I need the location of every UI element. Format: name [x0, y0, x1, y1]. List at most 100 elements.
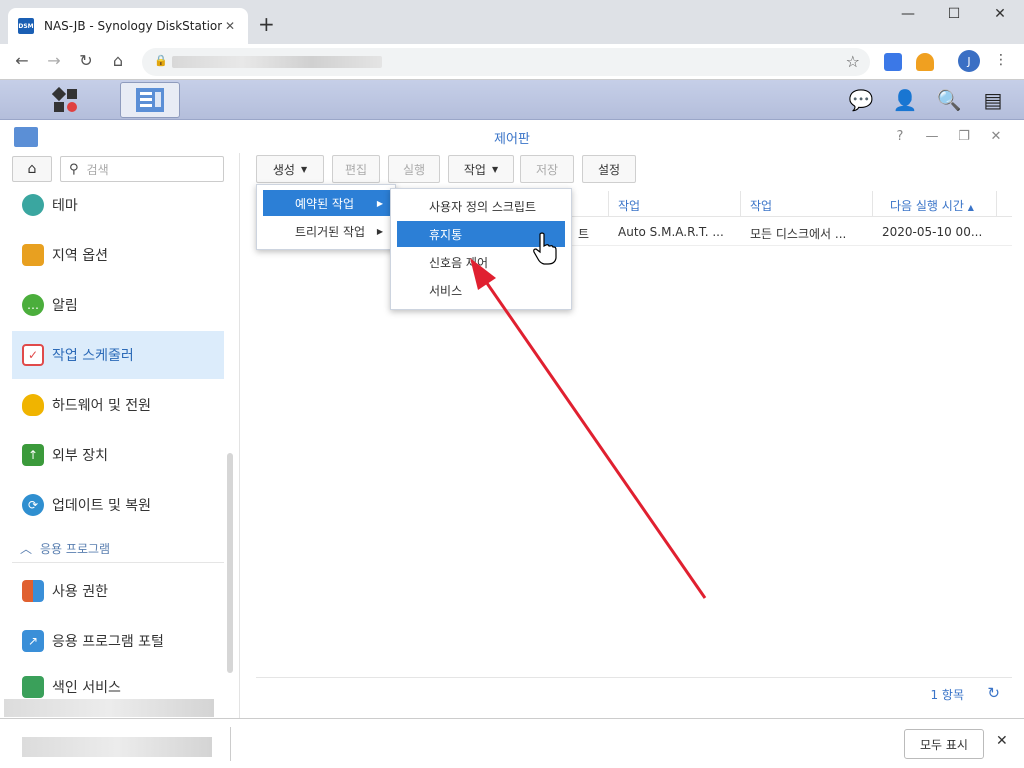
row-cell-partial: 트 [578, 227, 590, 241]
home-icon[interactable]: ⌂ [106, 51, 130, 70]
browser-tab-bar: DSM NAS-JB - Synology DiskStation ✕ + — … [0, 0, 1024, 44]
section-label: 응용 프로그램 [40, 542, 111, 556]
bookmark-star-icon[interactable]: ☆ [846, 52, 860, 71]
sidebar-item-hardware-power[interactable]: 하드웨어 및 전원 [12, 381, 224, 429]
widgets-icon[interactable]: ▤ [978, 88, 1008, 112]
row-cell-next-run: 2020-05-10 00... [882, 225, 983, 239]
divider [230, 727, 231, 761]
lightbulb-icon [22, 394, 44, 416]
column-header-task[interactable]: 작업 [618, 197, 640, 214]
window-close-icon[interactable]: ✕ [986, 129, 1006, 144]
forward-arrow-icon[interactable]: → [42, 51, 66, 70]
browser-tab[interactable]: DSM NAS-JB - Synology DiskStation ✕ [8, 8, 248, 44]
action-button[interactable]: 작업 ▼ [448, 155, 514, 183]
sidebar-item-label: 사용 권한 [52, 584, 108, 600]
sidebar-item-label: 알림 [52, 298, 78, 314]
run-button[interactable]: 실행 [388, 155, 440, 183]
main-menu-button[interactable] [36, 82, 96, 118]
tab-title: NAS-JB - Synology DiskStation [44, 19, 222, 33]
action-label: 작업 [463, 162, 486, 177]
sidebar-item-label: 작업 스케줄러 [52, 348, 134, 364]
lock-icon: 🔒 [154, 54, 168, 67]
caret-down-icon: ▼ [300, 164, 308, 174]
sidebar-item-label: 외부 장치 [52, 448, 108, 464]
search-input[interactable]: ⚲ 검색 [60, 156, 224, 182]
sidebar-item-external-devices[interactable]: ↑ 외부 장치 [12, 431, 224, 479]
column-header-action[interactable]: 작업 [750, 197, 772, 214]
column-divider [996, 191, 997, 217]
section-header-applications[interactable]: ︿ 응용 프로그램 [12, 535, 224, 563]
column-divider [740, 191, 741, 217]
window-maximize-button[interactable]: ☐ [934, 6, 974, 22]
submenu-arrow-icon: ▶ [376, 226, 383, 236]
submenu-arrow-icon: ▶ [376, 198, 383, 208]
portal-arrow-icon: ↗ [22, 630, 44, 652]
download-notification-bar: 모두 표시 ✕ [0, 699, 1024, 768]
window-minimize-icon[interactable]: — [922, 129, 942, 144]
blurred-url [172, 56, 382, 68]
sidebar-item-label: 업데이트 및 복원 [52, 498, 152, 514]
reload-icon[interactable]: ↻ [74, 51, 98, 70]
sidebar-item-privileges[interactable]: 사용 권한 [12, 567, 224, 615]
help-icon[interactable]: ? [890, 129, 910, 144]
window-restore-icon[interactable]: ❐ [954, 129, 974, 144]
sidebar-item-notification[interactable]: … 알림 [12, 281, 224, 329]
address-bar[interactable]: 🔒 ☆ [142, 48, 870, 76]
palette-icon [22, 194, 44, 216]
hand-pointer-icon [533, 232, 557, 265]
calendar-check-icon: ✓ [22, 344, 44, 366]
chevron-up-icon: ︿ [20, 542, 33, 556]
dsm-taskbar: 💬 👤 🔍 ▤ [0, 80, 1024, 120]
edit-button[interactable]: 편집 [332, 155, 380, 183]
grid-squares-icon [22, 580, 44, 602]
sidebar: ⌂ ⚲ 검색 테마 지역 옵션 … 알림 ✓ 작업 스케줄러 하드웨어 및 전원… [0, 153, 240, 733]
new-tab-button[interactable]: + [258, 12, 275, 36]
browser-menu-icon[interactable]: ⋮ [994, 52, 1008, 68]
sidebar-scrollbar[interactable] [227, 453, 233, 673]
menu-item-triggered-task[interactable]: 트리거된 작업 ▶ [263, 218, 391, 244]
show-all-button[interactable]: 모두 표시 [904, 729, 984, 759]
profile-avatar[interactable]: J [958, 50, 980, 72]
create-button[interactable]: 생성 ▼ [256, 155, 324, 183]
sidebar-item-regional-options[interactable]: 지역 옵션 [12, 231, 224, 279]
column-divider [872, 191, 873, 217]
settings-button[interactable]: 설정 [582, 155, 636, 183]
sidebar-item-theme[interactable]: 테마 [12, 181, 224, 229]
window-title: 제어판 [494, 131, 530, 147]
search-icon[interactable]: 🔍 [934, 88, 964, 112]
sidebar-item-task-scheduler[interactable]: ✓ 작업 스케줄러 [12, 331, 224, 379]
extension-lock-icon[interactable] [916, 53, 934, 71]
control-panel-icon [136, 88, 164, 112]
control-panel-taskbar-button[interactable] [120, 82, 180, 118]
create-label: 생성 [272, 162, 295, 177]
sidebar-item-application-portal[interactable]: ↗ 응용 프로그램 포털 [12, 617, 224, 665]
sidebar-item-label: 색인 서비스 [52, 680, 121, 696]
grid-footer: 1 항목 ↻ [256, 677, 1012, 707]
blurred-content [4, 699, 214, 717]
sidebar-item-update-restore[interactable]: ⟳ 업데이트 및 복원 [12, 481, 224, 529]
caret-down-icon: ▼ [491, 164, 499, 174]
refresh-icon[interactable]: ↻ [987, 684, 1000, 702]
menu-item-scheduled-task[interactable]: 예약된 작업 ▶ [263, 190, 391, 216]
close-notification-icon[interactable]: ✕ [996, 733, 1008, 749]
search-placeholder: 검색 [86, 162, 109, 177]
magnifier-icon: ⚲ [69, 161, 79, 177]
save-button[interactable]: 저장 [520, 155, 574, 183]
map-clock-icon [22, 244, 44, 266]
item-count: 1 항목 [930, 688, 964, 702]
sort-asc-icon: ▲ [967, 203, 974, 212]
create-dropdown-menu: 예약된 작업 ▶ 트리거된 작업 ▶ [256, 184, 396, 250]
column-header-next-run[interactable]: 다음 실행 시간 ▲ [890, 197, 974, 214]
main-menu-icon [52, 87, 77, 112]
window-close-button[interactable]: ✕ [980, 6, 1020, 22]
menu-item-service[interactable]: 서비스 [397, 277, 565, 303]
tab-close-icon[interactable]: ✕ [222, 19, 238, 33]
menu-item-user-script[interactable]: 사용자 정의 스크립트 [397, 193, 565, 219]
back-arrow-icon[interactable]: ← [10, 51, 34, 70]
home-button[interactable]: ⌂ [12, 156, 52, 182]
sidebar-item-label: 응용 프로그램 포털 [52, 634, 164, 650]
chat-icon[interactable]: 💬 [846, 88, 876, 112]
extension-check-icon[interactable] [884, 53, 902, 71]
user-icon[interactable]: 👤 [890, 88, 920, 112]
window-minimize-button[interactable]: — [888, 6, 928, 22]
